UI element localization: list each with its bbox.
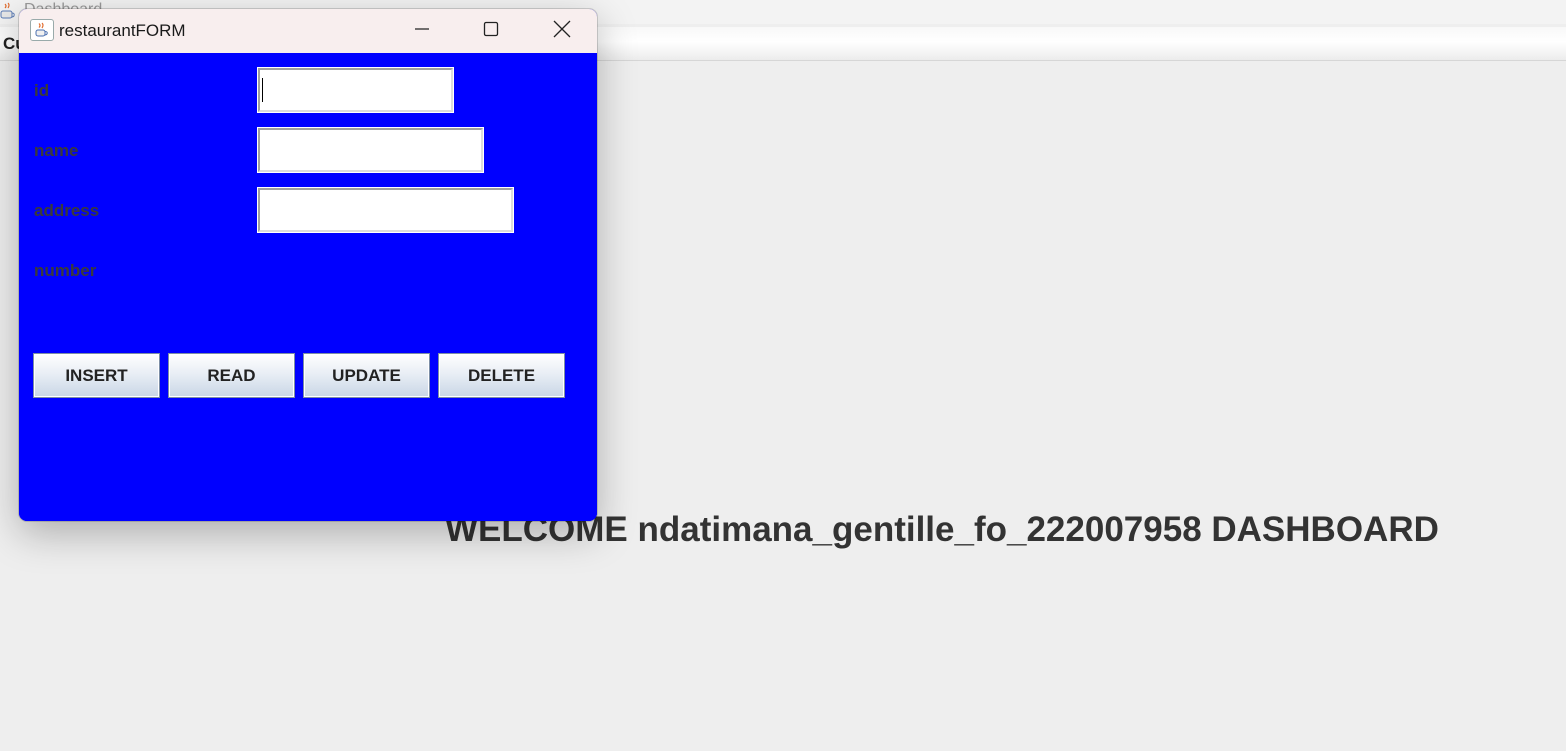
form-window-title: restaurantFORM — [59, 21, 186, 40]
java-app-icon — [0, 2, 16, 20]
java-app-icon — [30, 19, 54, 41]
minimize-icon — [414, 21, 430, 42]
number-label: number — [34, 261, 97, 280]
insert-button[interactable]: INSERT — [33, 353, 160, 398]
minimize-button[interactable] — [387, 9, 457, 53]
text-caret — [262, 78, 263, 102]
id-label: id — [34, 81, 50, 100]
update-button[interactable]: UPDATE — [303, 353, 430, 398]
delete-button[interactable]: DELETE — [438, 353, 565, 398]
address-field[interactable] — [257, 187, 514, 233]
form-titlebar[interactable]: restaurantFORM — [19, 9, 597, 53]
maximize-icon — [483, 21, 499, 42]
restaurant-form-window: restaurantFORM id name address number IN… — [19, 9, 597, 521]
name-field[interactable] — [257, 127, 484, 173]
id-field[interactable] — [257, 67, 454, 113]
address-label: address — [34, 201, 100, 220]
close-button[interactable] — [527, 9, 597, 53]
maximize-button[interactable] — [456, 9, 526, 53]
form-panel: id name address number INSERT READ UPDAT… — [19, 53, 597, 521]
close-icon — [553, 20, 571, 43]
name-label: name — [34, 141, 79, 160]
read-button[interactable]: READ — [168, 353, 295, 398]
